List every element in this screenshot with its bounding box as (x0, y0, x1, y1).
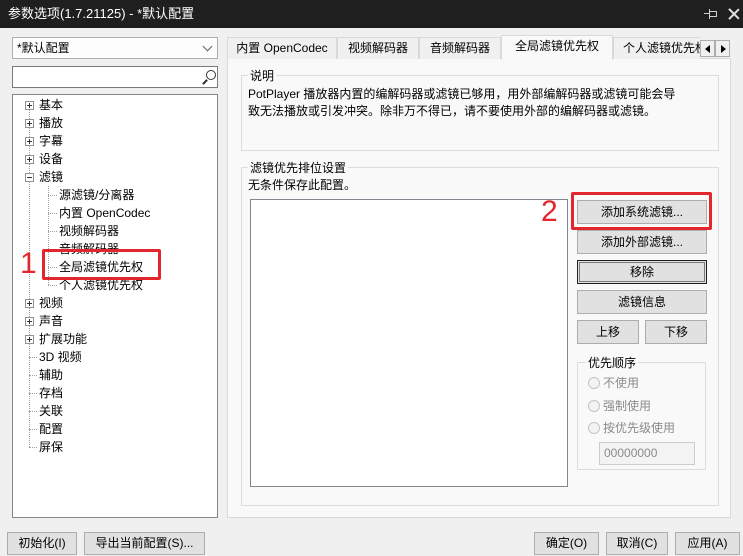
tree-item-label: 基本 (39, 98, 64, 112)
window-title: 参数选项(1.7.21125) - *默认配置 (8, 6, 195, 21)
tab-audio-decoder[interactable]: 音频解码器 (419, 37, 501, 59)
description-title: 说明 (248, 68, 277, 84)
annotation-marker-1: 1 (20, 247, 37, 280)
tree-item-builtin-opencodec[interactable]: 内置 OpenCodec (13, 204, 217, 222)
tab-global-filter-priority[interactable]: 全局滤镜优先权 (501, 35, 613, 60)
radio-label: 不使用 (603, 376, 640, 390)
tree-item-config[interactable]: 配置 (13, 420, 217, 438)
tab-strip: 内置 OpenCodec 视频解码器 音频解码器 全局滤镜优先权 个人滤镜优先权 (227, 35, 700, 60)
profile-select[interactable]: *默认配置 (12, 37, 218, 59)
tab-scroll (700, 40, 731, 57)
tree-item-device[interactable]: 设备 (13, 150, 217, 168)
tree-item-label: 关联 (39, 404, 64, 418)
expand-icon[interactable] (25, 155, 34, 164)
description-group: 说明 PotPlayer 播放器内置的编解码器或滤镜已够用，用外部编解码器或滤镜… (241, 68, 719, 151)
tree-item-label: 扩展功能 (39, 332, 88, 346)
tree-item-label: 配置 (39, 422, 64, 436)
expand-icon[interactable] (25, 101, 34, 110)
settings-tree[interactable]: 基本 播放 字幕 设备 滤镜 源滤镜/分离器 内置 OpenCodec 视频解码… (12, 94, 218, 518)
search-icon[interactable] (201, 69, 217, 85)
arrow-left-icon (705, 45, 710, 53)
move-up-button[interactable]: 上移 (577, 320, 639, 344)
annotation-box-1 (42, 249, 161, 280)
tree-item-extensions[interactable]: 扩展功能 (13, 330, 217, 348)
tab-video-decoder[interactable]: 视频解码器 (337, 37, 419, 59)
filter-info-button[interactable]: 滤镜信息 (577, 290, 707, 314)
tab-scroll-left-button[interactable] (700, 40, 715, 57)
radio-circle (588, 422, 600, 434)
filter-priority-note: 无条件保存此配置。 (248, 178, 357, 192)
expand-icon[interactable] (25, 119, 34, 128)
radio-label: 强制使用 (603, 399, 652, 413)
description-line: 致无法播放或引发冲突。除非万不得已，请不要使用外部的编解码器或滤镜。 (248, 104, 657, 118)
expand-icon[interactable] (25, 317, 34, 326)
remove-filter-button[interactable]: 移除 (577, 260, 707, 284)
priority-order-title: 优先顺序 (586, 355, 639, 371)
close-icon[interactable] (728, 8, 740, 20)
search-box (12, 66, 218, 88)
tree-item-label: 源滤镜/分离器 (59, 188, 135, 202)
radio-circle (588, 377, 600, 389)
tree-item-3d-video[interactable]: 3D 视频 (13, 348, 217, 366)
tree-item-label: 滤镜 (39, 170, 64, 184)
tree-item-label: 播放 (39, 116, 64, 130)
expand-icon[interactable] (25, 299, 34, 308)
radio-force[interactable]: 强制使用 (588, 398, 698, 414)
tree-item-label: 设备 (39, 152, 64, 166)
expand-icon[interactable] (25, 137, 34, 146)
arrow-right-icon (721, 45, 726, 53)
add-external-filter-button[interactable]: 添加外部滤镜... (577, 230, 707, 254)
ok-button[interactable]: 确定(O) (534, 532, 599, 555)
pin-icon[interactable] (704, 9, 718, 19)
filter-list[interactable] (250, 199, 568, 487)
tree-item-subtitles[interactable]: 字幕 (13, 132, 217, 150)
tree-item-association[interactable]: 关联 (13, 402, 217, 420)
radio-by-priority[interactable]: 按优先级使用 (588, 420, 698, 436)
tab-builtin-opencodec[interactable]: 内置 OpenCodec (227, 37, 337, 59)
reset-button[interactable]: 初始化(I) (7, 532, 77, 555)
tree-item-audio[interactable]: 声音 (13, 312, 217, 330)
tree-item-label: 屏保 (39, 440, 64, 454)
tree-item-assist[interactable]: 辅助 (13, 366, 217, 384)
tree-item-video[interactable]: 视频 (13, 294, 217, 312)
radio-label: 按优先级使用 (603, 421, 676, 435)
chevron-down-icon (202, 41, 213, 52)
profile-select-value: *默认配置 (17, 41, 70, 55)
tree-item-label: 视频 (39, 296, 64, 310)
apply-button[interactable]: 应用(A) (675, 532, 740, 555)
move-down-button[interactable]: 下移 (645, 320, 707, 344)
tab-personal-filter-priority[interactable]: 个人滤镜优先权 (613, 37, 700, 59)
annotation-marker-2: 2 (541, 195, 558, 228)
tree-item-label: 3D 视频 (39, 350, 82, 364)
filter-priority-title: 滤镜优先排位设置 (248, 160, 349, 176)
search-input[interactable] (15, 68, 195, 86)
tab-scroll-right-button[interactable] (715, 40, 730, 57)
tree-item-playback[interactable]: 播放 (13, 114, 217, 132)
export-config-button[interactable]: 导出当前配置(S)... (84, 532, 205, 555)
expand-icon[interactable] (25, 335, 34, 344)
priority-value-input[interactable]: 00000000 (599, 442, 695, 465)
tree-item-label: 存档 (39, 386, 64, 400)
tree-item-label: 声音 (39, 314, 64, 328)
cancel-button[interactable]: 取消(C) (606, 532, 668, 555)
description-line: PotPlayer 播放器内置的编解码器或滤镜已够用，用外部编解码器或滤镜可能会… (248, 87, 676, 101)
collapse-icon[interactable] (25, 173, 34, 182)
tree-item-archive[interactable]: 存档 (13, 384, 217, 402)
tree-item-source-filter[interactable]: 源滤镜/分离器 (13, 186, 217, 204)
tree-item-label: 内置 OpenCodec (59, 206, 151, 220)
tree-item-label: 辅助 (39, 368, 64, 382)
priority-value: 00000000 (604, 446, 658, 460)
annotation-box-2 (571, 192, 712, 230)
tree-item-filters[interactable]: 滤镜 (13, 168, 217, 186)
radio-disabled[interactable]: 不使用 (588, 375, 698, 391)
tree-item-screensaver[interactable]: 屏保 (13, 438, 217, 456)
title-bar: 参数选项(1.7.21125) - *默认配置 (0, 0, 743, 28)
tree-item-label: 字幕 (39, 134, 64, 148)
radio-circle (588, 400, 600, 412)
tree-item-basic[interactable]: 基本 (13, 96, 217, 114)
tree-item-label: 视频解码器 (59, 224, 120, 238)
tree-item-video-decoder[interactable]: 视频解码器 (13, 222, 217, 240)
